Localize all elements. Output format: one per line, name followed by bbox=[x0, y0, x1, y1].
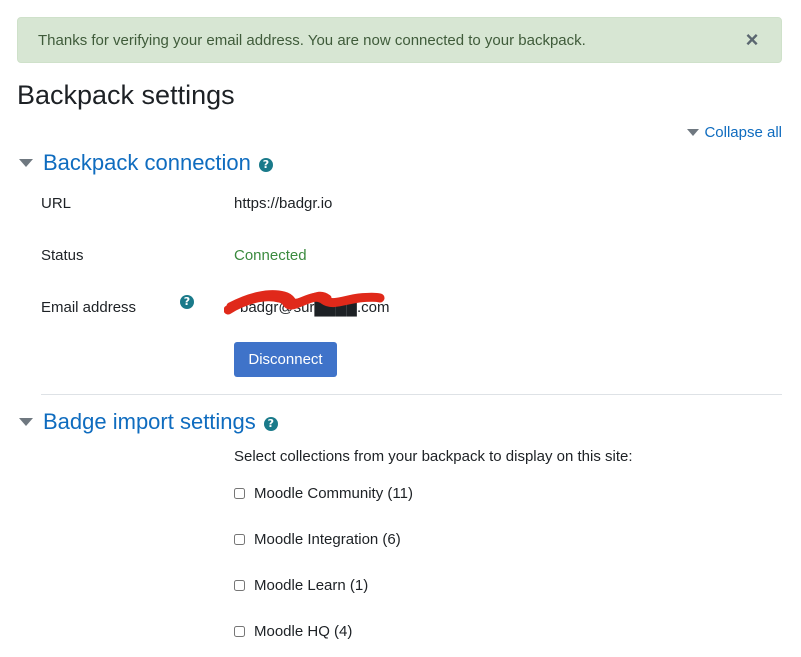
caret-down-icon bbox=[687, 129, 700, 136]
collection-checkbox[interactable] bbox=[234, 626, 245, 637]
collection-label: Moodle HQ (4) bbox=[254, 623, 353, 640]
collection-label: Moodle Community (11) bbox=[254, 485, 413, 502]
help-icon[interactable]: ? bbox=[263, 416, 278, 431]
collection-option[interactable]: Moodle Community (11) bbox=[234, 485, 413, 502]
section-title[interactable]: Badge import settings bbox=[43, 409, 256, 435]
collection-label: Moodle Learn (1) bbox=[254, 577, 369, 594]
import-instructions: Select collections from your backpack to… bbox=[234, 448, 633, 465]
collection-checkbox[interactable] bbox=[234, 488, 245, 499]
close-icon[interactable]: × bbox=[743, 28, 761, 52]
collection-label: Moodle Integration (6) bbox=[254, 531, 401, 548]
email-label: Email address bbox=[41, 299, 137, 316]
status-label: Status bbox=[41, 247, 84, 264]
success-alert: Thanks for verifying your email address.… bbox=[17, 17, 782, 63]
section-divider bbox=[41, 394, 782, 395]
email-help-icon[interactable]: ? bbox=[180, 295, 194, 309]
collection-option[interactable]: Moodle Integration (6) bbox=[234, 531, 401, 548]
status-value: Connected bbox=[234, 247, 307, 264]
redaction-scribble bbox=[224, 290, 385, 315]
disconnect-button[interactable]: Disconnect bbox=[234, 342, 337, 377]
collection-option[interactable]: Moodle Learn (1) bbox=[234, 577, 368, 594]
url-value: https://badgr.io bbox=[234, 195, 333, 212]
collection-checkbox[interactable] bbox=[234, 580, 245, 591]
url-label: URL bbox=[41, 195, 72, 212]
collapse-all-link[interactable]: Collapse all bbox=[687, 124, 782, 141]
backpack-connection-header[interactable]: Backpack connection ? bbox=[17, 150, 273, 176]
collapse-all-label: Collapse all bbox=[704, 124, 782, 141]
section-title[interactable]: Backpack connection bbox=[43, 150, 251, 176]
alert-message: Thanks for verifying your email address.… bbox=[38, 32, 586, 49]
collection-option[interactable]: Moodle HQ (4) bbox=[234, 623, 352, 640]
caret-down-icon[interactable] bbox=[19, 159, 33, 167]
badge-import-header[interactable]: Badge import settings ? bbox=[17, 409, 278, 435]
collection-checkbox[interactable] bbox=[234, 534, 245, 545]
caret-down-icon[interactable] bbox=[19, 418, 33, 426]
help-icon[interactable]: ? bbox=[258, 157, 273, 172]
page-title: Backpack settings bbox=[17, 80, 235, 110]
